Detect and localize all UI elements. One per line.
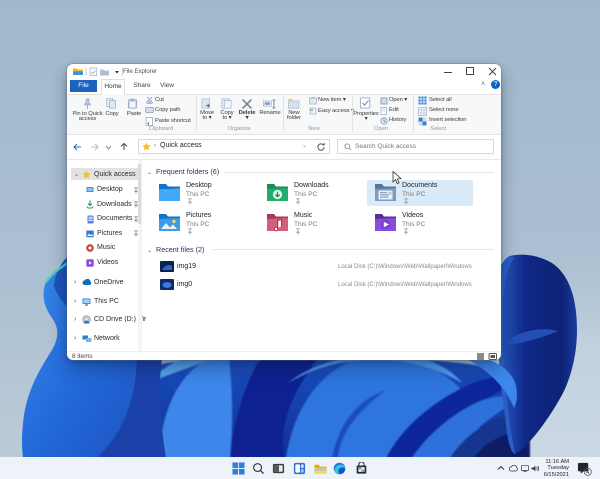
- svg-text:4: 4: [586, 470, 589, 476]
